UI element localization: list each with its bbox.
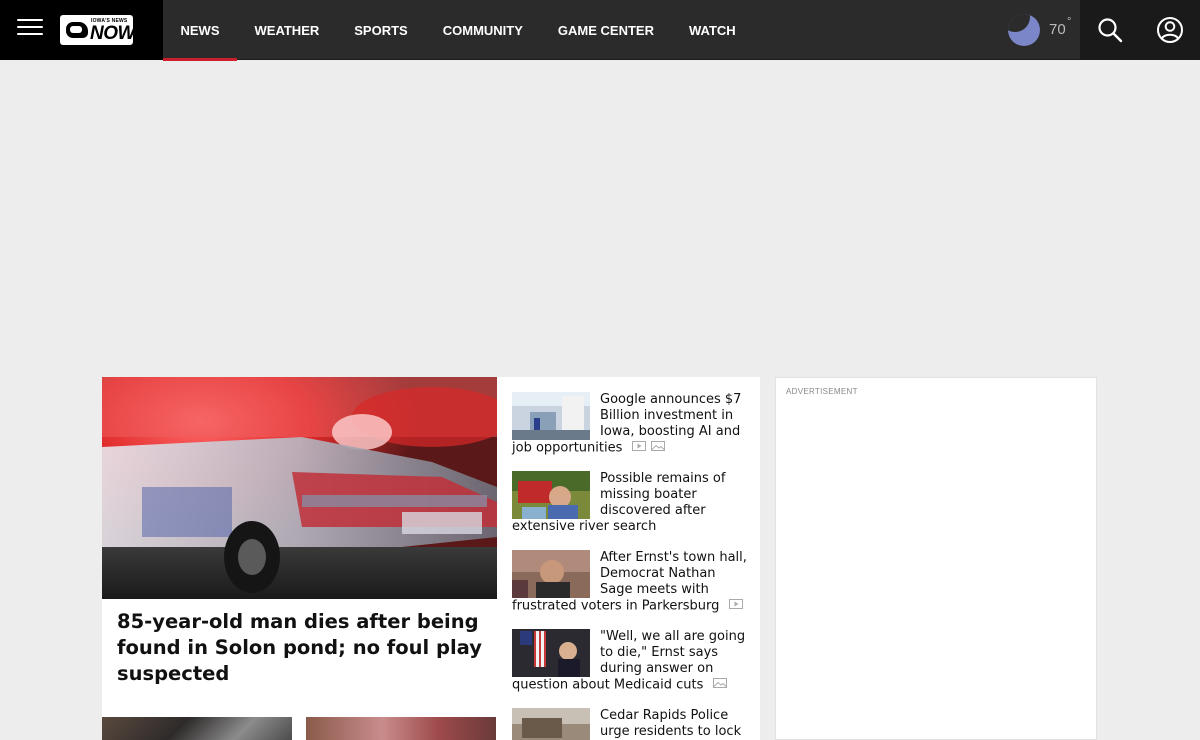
headline-list: Google announces $7 Billion investment i… bbox=[497, 377, 760, 740]
brand-area: IOWA'S NEWS NOW bbox=[0, 0, 163, 60]
feature-headline[interactable]: 85-year-old man dies after being found i… bbox=[117, 609, 482, 687]
story-thumbnail bbox=[512, 392, 590, 440]
list-item[interactable]: Possible remains of missing boater disco… bbox=[512, 471, 747, 535]
story-thumbnail bbox=[512, 708, 590, 740]
nav-item-news[interactable]: NEWS bbox=[163, 0, 237, 61]
degree-symbol: ° bbox=[1067, 16, 1072, 28]
story-thumbnail[interactable] bbox=[102, 717, 292, 740]
list-item[interactable]: "Well, we all are going to die," Ernst s… bbox=[512, 629, 747, 694]
story-thumbnail bbox=[512, 629, 590, 677]
story-thumbnail bbox=[512, 550, 590, 598]
nav-item-weather[interactable]: WEATHER bbox=[237, 0, 337, 60]
weather-widget[interactable]: 70 ° bbox=[1006, 13, 1076, 47]
main-nav: NEWS WEATHER SPORTS COMMUNITY GAME CENTE… bbox=[163, 0, 753, 61]
header-tools bbox=[1080, 0, 1200, 60]
story-headline: Cedar Rapids Police urge residents to lo… bbox=[600, 708, 742, 739]
temperature: 70 bbox=[1049, 21, 1066, 38]
video-icon bbox=[728, 598, 743, 614]
moon-icon bbox=[1008, 14, 1040, 46]
site-logo[interactable]: IOWA'S NEWS NOW bbox=[60, 15, 135, 45]
advertisement-label: ADVERTISEMENT bbox=[786, 387, 858, 396]
video-icon bbox=[631, 440, 646, 456]
hero-image-ambulance[interactable] bbox=[102, 377, 497, 599]
list-item[interactable]: After Ernst's town hall, Democrat Nathan… bbox=[512, 550, 747, 615]
nav-item-community[interactable]: COMMUNITY bbox=[425, 0, 540, 60]
gallery-icon bbox=[650, 440, 665, 456]
list-item[interactable]: Cedar Rapids Police urge residents to lo… bbox=[512, 708, 747, 740]
list-item[interactable]: Google announces $7 Billion investment i… bbox=[512, 392, 747, 457]
search-icon[interactable] bbox=[1095, 15, 1125, 45]
story-thumbnail[interactable] bbox=[306, 717, 496, 740]
site-header: IOWA'S NEWS NOW NEWS WEATHER SPORTS COMM… bbox=[0, 0, 1200, 61]
feature-story: 85-year-old man dies after being found i… bbox=[102, 377, 497, 740]
logo-big-text: NOW bbox=[90, 23, 135, 44]
hamburger-menu-icon[interactable] bbox=[17, 19, 43, 41]
gallery-icon bbox=[712, 677, 727, 693]
top-ad-space bbox=[0, 61, 1200, 377]
sidebar-advertisement: ADVERTISEMENT bbox=[775, 377, 1097, 740]
iowa-state-icon bbox=[66, 22, 88, 38]
nav-item-sports[interactable]: SPORTS bbox=[337, 0, 425, 60]
nav-item-watch[interactable]: WATCH bbox=[671, 0, 753, 60]
nav-item-game-center[interactable]: GAME CENTER bbox=[540, 0, 671, 60]
story-thumbnail bbox=[512, 471, 590, 519]
account-icon[interactable] bbox=[1155, 15, 1185, 45]
